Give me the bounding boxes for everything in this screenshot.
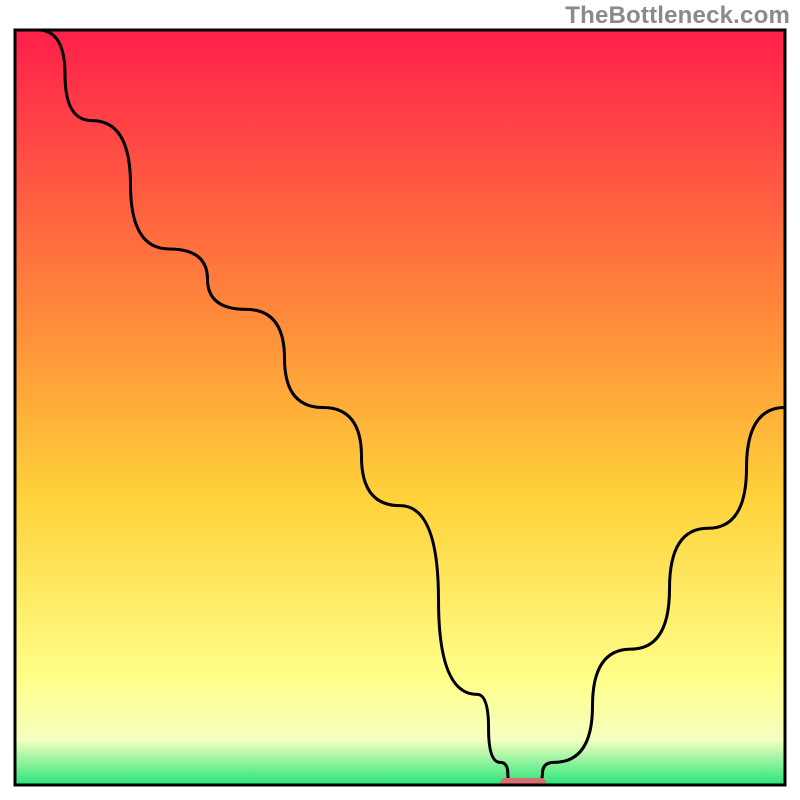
gradient-background [15,30,785,785]
plot-svg [0,0,800,800]
bottleneck-chart: TheBottleneck.com [0,0,800,800]
watermark-label: TheBottleneck.com [565,2,790,30]
